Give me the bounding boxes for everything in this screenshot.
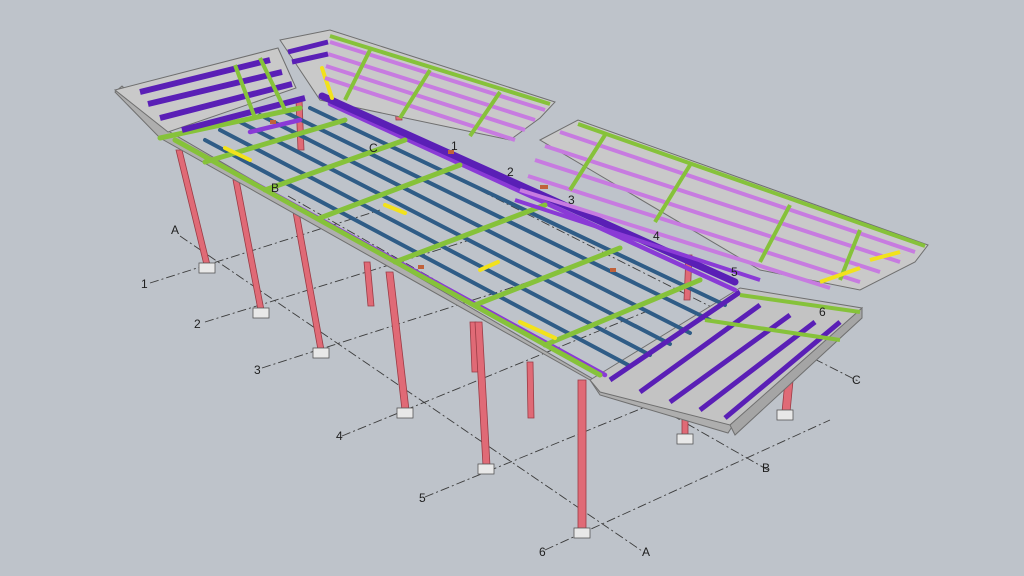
column <box>363 261 375 307</box>
grid-label-col-b-right: B <box>762 461 770 475</box>
base-plate <box>776 409 794 421</box>
connection-mark <box>610 268 616 272</box>
roof-label-5: 5 <box>731 265 738 279</box>
base-plate <box>252 307 270 319</box>
base-plate <box>573 527 591 539</box>
connection-mark <box>540 185 548 189</box>
grid-label-col-a-left: A <box>171 223 179 237</box>
structural-model-viewport[interactable]: 1 2 3 4 5 6 A A B C C B 1 2 3 4 5 6 <box>0 0 1024 576</box>
green-girder <box>172 137 603 378</box>
column <box>232 179 265 311</box>
base-plate <box>198 262 216 274</box>
grid-label-col-a-right: A <box>642 545 650 559</box>
column <box>385 271 410 411</box>
connection-mark <box>270 120 276 124</box>
grid-label-row-4: 4 <box>336 429 343 443</box>
grid-label-row-5: 5 <box>419 491 426 505</box>
column <box>474 321 491 467</box>
base-plate <box>477 463 495 475</box>
roof-label-6: 6 <box>819 305 826 319</box>
roof-label-3: 3 <box>568 193 575 207</box>
base-plate <box>676 433 694 445</box>
grid-label-row-1: 1 <box>141 277 148 291</box>
column <box>526 361 535 419</box>
roof-label-4: 4 <box>653 229 660 243</box>
grid-line-col-a <box>179 235 646 554</box>
column <box>577 379 587 531</box>
roof-label-b: B <box>271 181 279 195</box>
column <box>175 149 211 266</box>
grid-label-row-2: 2 <box>194 317 201 331</box>
grid-label-col-c-right: C <box>852 373 861 387</box>
roof-label-1: 1 <box>451 139 458 153</box>
edge-slab-back-wing <box>279 29 556 141</box>
grid-label-row-6: 6 <box>539 545 546 559</box>
roof-label-c: C <box>369 141 378 155</box>
connection-mark <box>418 265 424 269</box>
roof-label-2: 2 <box>507 165 514 179</box>
columns <box>175 77 802 531</box>
grid-line-row-1 <box>149 209 381 284</box>
base-plate <box>396 407 414 419</box>
grid-label-row-3: 3 <box>254 363 261 377</box>
base-plate <box>312 347 330 359</box>
